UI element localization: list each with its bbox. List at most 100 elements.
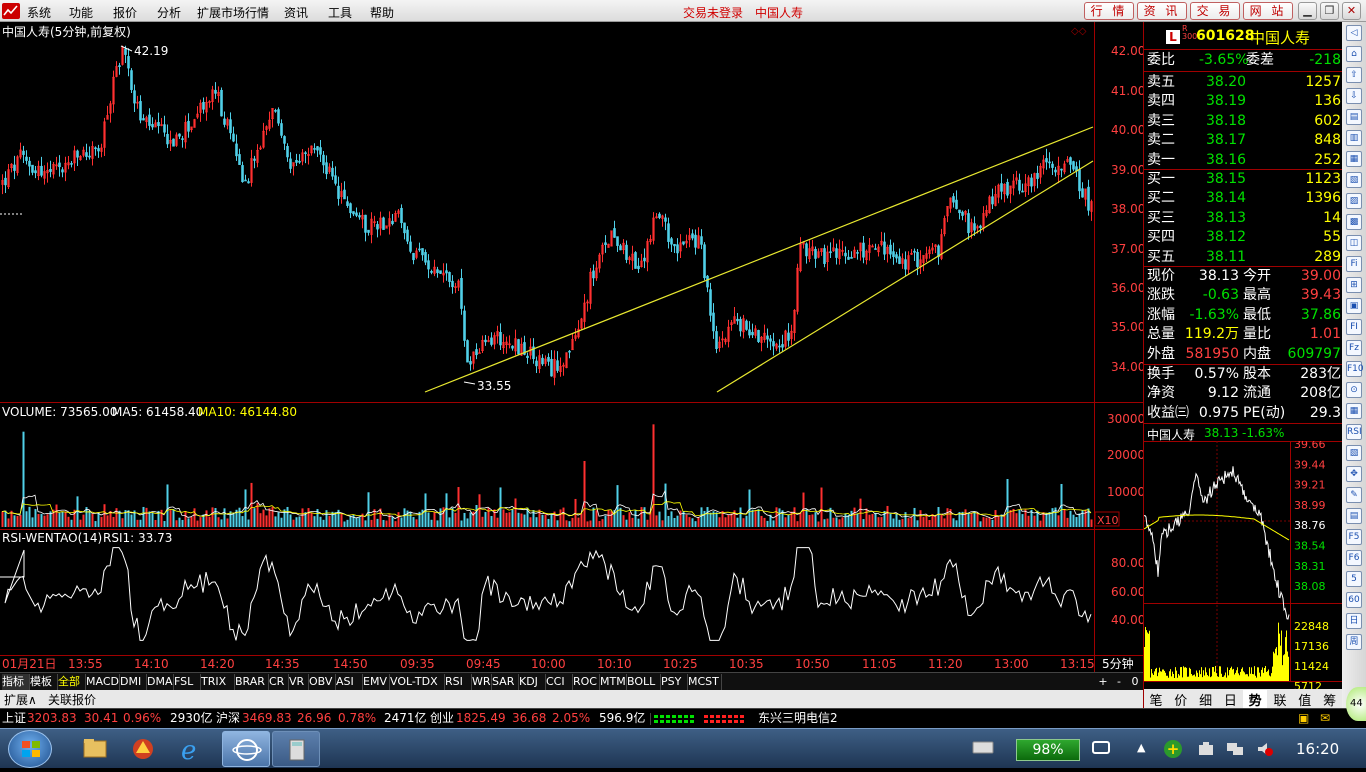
- power-tray-icon[interactable]: [1197, 741, 1215, 757]
- close-icon[interactable]: ✕: [1342, 2, 1361, 20]
- indicator-tab[interactable]: ROC: [573, 674, 600, 690]
- toolbar-icon[interactable]: ▤: [1346, 109, 1362, 125]
- login-status[interactable]: 交易未登录: [683, 4, 743, 21]
- indicator-tab[interactable]: VR: [289, 674, 309, 690]
- server-name[interactable]: 东兴三明电信2: [758, 709, 838, 728]
- start-button[interactable]: [8, 730, 52, 768]
- battery-indicator[interactable]: 98%: [1016, 739, 1080, 761]
- ask-row[interactable]: 卖四 38.19 136: [1144, 92, 1343, 112]
- hs-index-label[interactable]: 沪深: [216, 709, 240, 728]
- menu-tools[interactable]: 工具: [328, 4, 352, 21]
- indicator-tab[interactable]: DMA: [147, 674, 174, 690]
- menu-system[interactable]: 系统: [27, 4, 51, 21]
- indicator-tab[interactable]: CCI: [546, 674, 573, 690]
- indicator-tab[interactable]: WR: [472, 674, 492, 690]
- indicator-tab[interactable]: FSL: [174, 674, 201, 690]
- app-taskbar-icon[interactable]: [124, 733, 162, 765]
- toolbar-icon[interactable]: 日: [1346, 613, 1362, 629]
- indicator-tab[interactable]: BOLL: [627, 674, 661, 690]
- toolbar-icon[interactable]: ▩: [1346, 214, 1362, 230]
- expand-toggle[interactable]: 扩展∧: [4, 691, 37, 708]
- toolbar-icon[interactable]: ▥: [1346, 130, 1362, 146]
- toolbar-icon[interactable]: 60: [1346, 592, 1362, 608]
- show-hidden-icons[interactable]: ▲: [1137, 741, 1145, 754]
- toolbar-icon[interactable]: RSI: [1346, 424, 1362, 440]
- toolbar-icon[interactable]: ▧: [1346, 445, 1362, 461]
- bid-row[interactable]: 买三 38.13 14: [1144, 209, 1343, 229]
- add-tray-icon[interactable]: +: [1164, 740, 1182, 758]
- indicator-tab[interactable]: PSY: [661, 674, 688, 690]
- bid-row[interactable]: 买一 38.15 1123: [1144, 170, 1343, 190]
- toolbar-icon[interactable]: Fi: [1346, 256, 1362, 272]
- indicator-tab[interactable]: 全部: [58, 674, 86, 690]
- minimize-icon[interactable]: ▁: [1298, 2, 1317, 20]
- calculator-taskbar-button[interactable]: [272, 731, 320, 767]
- tab-control-button[interactable]: -: [1112, 674, 1126, 690]
- tab-quotes-button[interactable]: 行 情: [1084, 2, 1134, 20]
- indicator-tab[interactable]: TRIX: [201, 674, 235, 690]
- lock-icon[interactable]: ▣: [1298, 709, 1309, 728]
- explorer-taskbar-icon[interactable]: [76, 733, 114, 765]
- indicator-tab[interactable]: MACD: [86, 674, 120, 690]
- volume-muted-icon[interactable]: [1256, 741, 1274, 757]
- menu-function[interactable]: 功能: [69, 4, 93, 21]
- indicator-tab[interactable]: VOL-TDX: [390, 674, 445, 690]
- restore-icon[interactable]: ❐: [1320, 2, 1339, 20]
- mini-tab[interactable]: 价: [1169, 690, 1193, 709]
- period-label[interactable]: 5分钟: [1102, 656, 1134, 671]
- bid-row[interactable]: 买五 38.11 289: [1144, 248, 1343, 268]
- indicator-tab[interactable]: 指标: [2, 674, 30, 690]
- toolbar-icon[interactable]: ▣: [1346, 298, 1362, 314]
- toolbar-icon[interactable]: ✥: [1346, 466, 1362, 482]
- toolbar-icon[interactable]: ⊞: [1346, 277, 1362, 293]
- ask-row[interactable]: 卖五 38.20 1257: [1144, 73, 1343, 93]
- toolbar-icon[interactable]: F5: [1346, 529, 1362, 545]
- toolbar-icon[interactable]: F10: [1346, 361, 1364, 377]
- bid-row[interactable]: 买二 38.14 1396: [1144, 189, 1343, 209]
- indicator-tab[interactable]: BRAR: [235, 674, 269, 690]
- indicator-tab[interactable]: RSI: [445, 674, 472, 690]
- toolbar-icon[interactable]: ⊙: [1346, 382, 1362, 398]
- chart-canvas[interactable]: ◇◇ 中国人寿(5分钟,前复权) 42.19 33.55 42.00 41.00…: [0, 22, 1143, 672]
- indicator-tab[interactable]: MCST: [688, 674, 722, 690]
- bid-row[interactable]: 买四 38.12 55: [1144, 228, 1343, 248]
- toolbar-icon[interactable]: ⇩: [1346, 88, 1362, 104]
- toolbar-icon[interactable]: ▧: [1346, 172, 1362, 188]
- sh-index-label[interactable]: 上证: [2, 709, 26, 728]
- toolbar-icon[interactable]: ▦: [1346, 403, 1362, 419]
- menu-quote[interactable]: 报价: [113, 4, 137, 21]
- network-tray-icon[interactable]: [1226, 741, 1244, 757]
- tab-trade-button[interactable]: 交 易: [1190, 2, 1240, 20]
- indicator-tab[interactable]: DMI: [120, 674, 147, 690]
- menu-help[interactable]: 帮助: [370, 4, 394, 21]
- indicator-tab[interactable]: 模板: [30, 674, 58, 690]
- mini-tab[interactable]: 值: [1293, 690, 1317, 709]
- indicator-tab[interactable]: ASI: [336, 674, 363, 690]
- toolbar-icon[interactable]: 周: [1346, 634, 1362, 650]
- toolbar-icon[interactable]: ⇧: [1346, 67, 1362, 83]
- chart-area[interactable]: ◇◇ 中国人寿(5分钟,前复权) 42.19 33.55 42.00 41.00…: [0, 22, 1143, 690]
- ask-row[interactable]: 卖一 38.16 252: [1144, 151, 1343, 171]
- tab-control-button[interactable]: 0: [1128, 674, 1142, 690]
- indicator-tab[interactable]: OBV: [309, 674, 336, 690]
- toolbar-icon[interactable]: ▨: [1346, 193, 1362, 209]
- taskbar-clock[interactable]: 16:20: [1296, 740, 1339, 758]
- mini-tab[interactable]: 笔: [1144, 690, 1168, 709]
- floating-widget[interactable]: 44: [1346, 687, 1366, 721]
- mini-tab[interactable]: 势: [1243, 690, 1268, 709]
- mini-tab[interactable]: 日: [1218, 690, 1242, 709]
- indicator-tab[interactable]: EMV: [363, 674, 390, 690]
- ask-row[interactable]: 卖二 38.17 848: [1144, 131, 1343, 151]
- keyboard-icon[interactable]: [972, 739, 994, 755]
- toolbar-icon[interactable]: ◁: [1346, 25, 1362, 41]
- indicator-tab[interactable]: KDJ: [519, 674, 546, 690]
- mini-tab[interactable]: 细: [1194, 690, 1218, 709]
- mini-intraday-chart[interactable]: 39.66 39.44 39.21 38.99 38.76 38.54 38.31 38.08…: [1144, 441, 1343, 689]
- toolbar-icon[interactable]: F6: [1346, 550, 1362, 566]
- toolbar-icon[interactable]: ▤: [1346, 508, 1362, 524]
- toolbar-icon[interactable]: ▦: [1346, 151, 1362, 167]
- message-icon[interactable]: ✉: [1320, 709, 1330, 728]
- mini-tab[interactable]: 联: [1268, 690, 1292, 709]
- tab-control-button[interactable]: +: [1096, 674, 1110, 690]
- ie-taskbar-icon[interactable]: e: [172, 733, 210, 766]
